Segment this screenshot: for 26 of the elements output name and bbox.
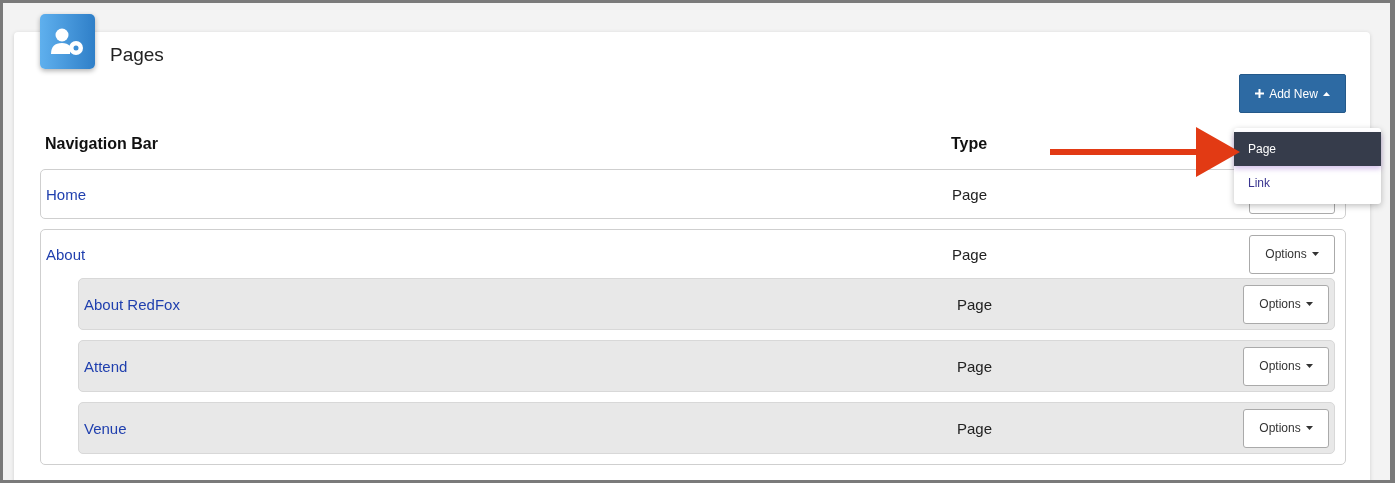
options-button[interactable]: Options [1249, 234, 1335, 274]
options-button[interactable]: Options [1243, 346, 1329, 386]
options-button[interactable]: Options [1243, 408, 1329, 448]
page-link[interactable]: Venue [84, 419, 957, 437]
column-header: Navigation Bar [45, 135, 159, 154]
type-text: Page [957, 357, 994, 375]
type-text: Page [952, 245, 989, 263]
options-button[interactable]: Options [1243, 284, 1329, 324]
caret-icon [1305, 426, 1313, 430]
plus-icon [1255, 89, 1265, 98]
page-title: Pages [110, 44, 164, 66]
page-link[interactable]: Attend [84, 357, 957, 375]
caret-icon [1322, 91, 1330, 96]
menu-item[interactable]: Page [1234, 132, 1381, 166]
page-link[interactable]: About RedFox [84, 295, 957, 313]
menu-item[interactable]: Link [1234, 166, 1381, 200]
column-header: Type [951, 135, 988, 154]
caret-icon [1305, 302, 1313, 306]
add-new-button[interactable]: Add New [1239, 74, 1346, 113]
page-link[interactable]: Home [46, 185, 952, 203]
type-text: Page [952, 185, 989, 203]
type-text: Page [957, 295, 994, 313]
type-text: Page [957, 419, 994, 437]
caret-icon [1311, 252, 1319, 256]
caret-icon [1305, 364, 1313, 368]
page-link[interactable]: About [46, 245, 952, 263]
